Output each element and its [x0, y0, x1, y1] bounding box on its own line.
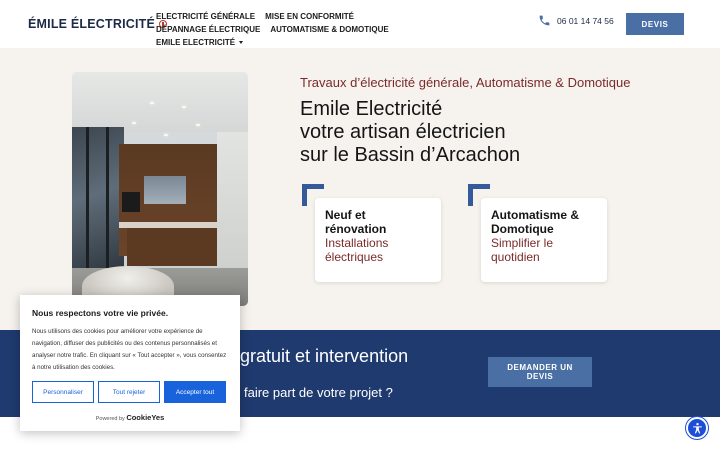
card-subtitle: Installations électriques	[325, 236, 389, 264]
request-quote-label-line1: DEMANDER UN	[507, 363, 573, 372]
phone-link[interactable]: 06 01 14 74 56	[538, 14, 614, 27]
cookie-title: Nous respectons votre vie privée.	[32, 308, 169, 318]
card-subtitle: Simplifier le quotidien	[491, 236, 554, 264]
nav-item-emile-electricite[interactable]: EMILE ELECTRICITÉ	[156, 38, 244, 47]
service-card-neuf-renovation[interactable]: Neuf et rénovation Installations électri…	[315, 198, 441, 282]
cookie-text: Nous utilisons des cookies pour améliore…	[32, 328, 227, 371]
cookie-actions: Personnaliser Tout rejeter Accepter tout	[32, 381, 226, 403]
nav-item-mise-en-conformite[interactable]: MISE EN CONFORMITÉ	[265, 12, 354, 21]
cta-subheading: faire part de votre projet ?	[244, 385, 393, 400]
nav-item-depannage-electrique[interactable]: DÉPANNAGE ÉLECTRIQUE	[156, 25, 260, 34]
request-quote-button[interactable]: DEMANDER UN DEVIS	[488, 357, 592, 387]
card-title: Neuf et rénovation	[325, 208, 387, 236]
phone-number: 06 01 14 74 56	[557, 15, 614, 26]
nav-item-automatisme-domotique[interactable]: AUTOMATISME & DOMOTIQUE	[270, 25, 388, 34]
card-title: Automatisme & Domotique	[491, 208, 580, 236]
hero-section: Travaux d’électricité générale, Automati…	[0, 48, 720, 330]
nav-item-electricite-generale[interactable]: ELECTRICITÉ GÉNÉRALE	[156, 12, 255, 21]
site-logo[interactable]: ÉMILE ÉLECTRICITÉ	[28, 17, 168, 31]
cookieyes-logo: CookieYes	[126, 413, 165, 422]
accessibility-icon	[692, 422, 702, 433]
hero-title-line: votre artisan électricien	[300, 121, 506, 143]
logo-text: ÉMILE ÉLECTRICITÉ	[28, 17, 156, 31]
nav-item-emile-electricite-label: EMILE ELECTRICITÉ	[156, 38, 236, 47]
chevron-down-icon	[239, 41, 244, 44]
site-header: ÉMILE ÉLECTRICITÉ ELECTRICITÉ GÉNÉRALE M…	[0, 0, 720, 48]
cookie-powered-by[interactable]: Powered by CookieYes	[20, 413, 240, 422]
main-nav: ELECTRICITÉ GÉNÉRALE MISE EN CONFORMITÉ …	[156, 12, 436, 47]
service-card-automatisme-domotique[interactable]: Automatisme & Domotique Simplifier le qu…	[481, 198, 607, 282]
cookie-reject-button[interactable]: Tout rejeter	[98, 381, 160, 403]
devis-button[interactable]: DEVIS	[626, 13, 684, 35]
hero-title-line: Emile Electricité	[300, 98, 443, 120]
powered-by-text: Powered by	[95, 416, 125, 422]
accessibility-button[interactable]	[686, 417, 708, 439]
hero-subtitle: Travaux d’électricité générale, Automati…	[300, 75, 631, 90]
kitchen-photo	[72, 72, 248, 306]
hero-title: Emile Electricité votre artisan électric…	[300, 98, 520, 167]
cookie-banner: Nous respectons votre vie privée. Nous u…	[20, 295, 240, 431]
request-quote-label-line2: DEVIS	[526, 372, 554, 381]
cookie-accept-button[interactable]: Accepter tout	[164, 381, 226, 403]
cookie-customize-button[interactable]: Personnaliser	[32, 381, 94, 403]
cta-heading: gratuit et intervention	[240, 346, 409, 366]
hero-title-line: sur le Bassin d’Arcachon	[300, 144, 521, 166]
phone-icon	[539, 15, 550, 26]
